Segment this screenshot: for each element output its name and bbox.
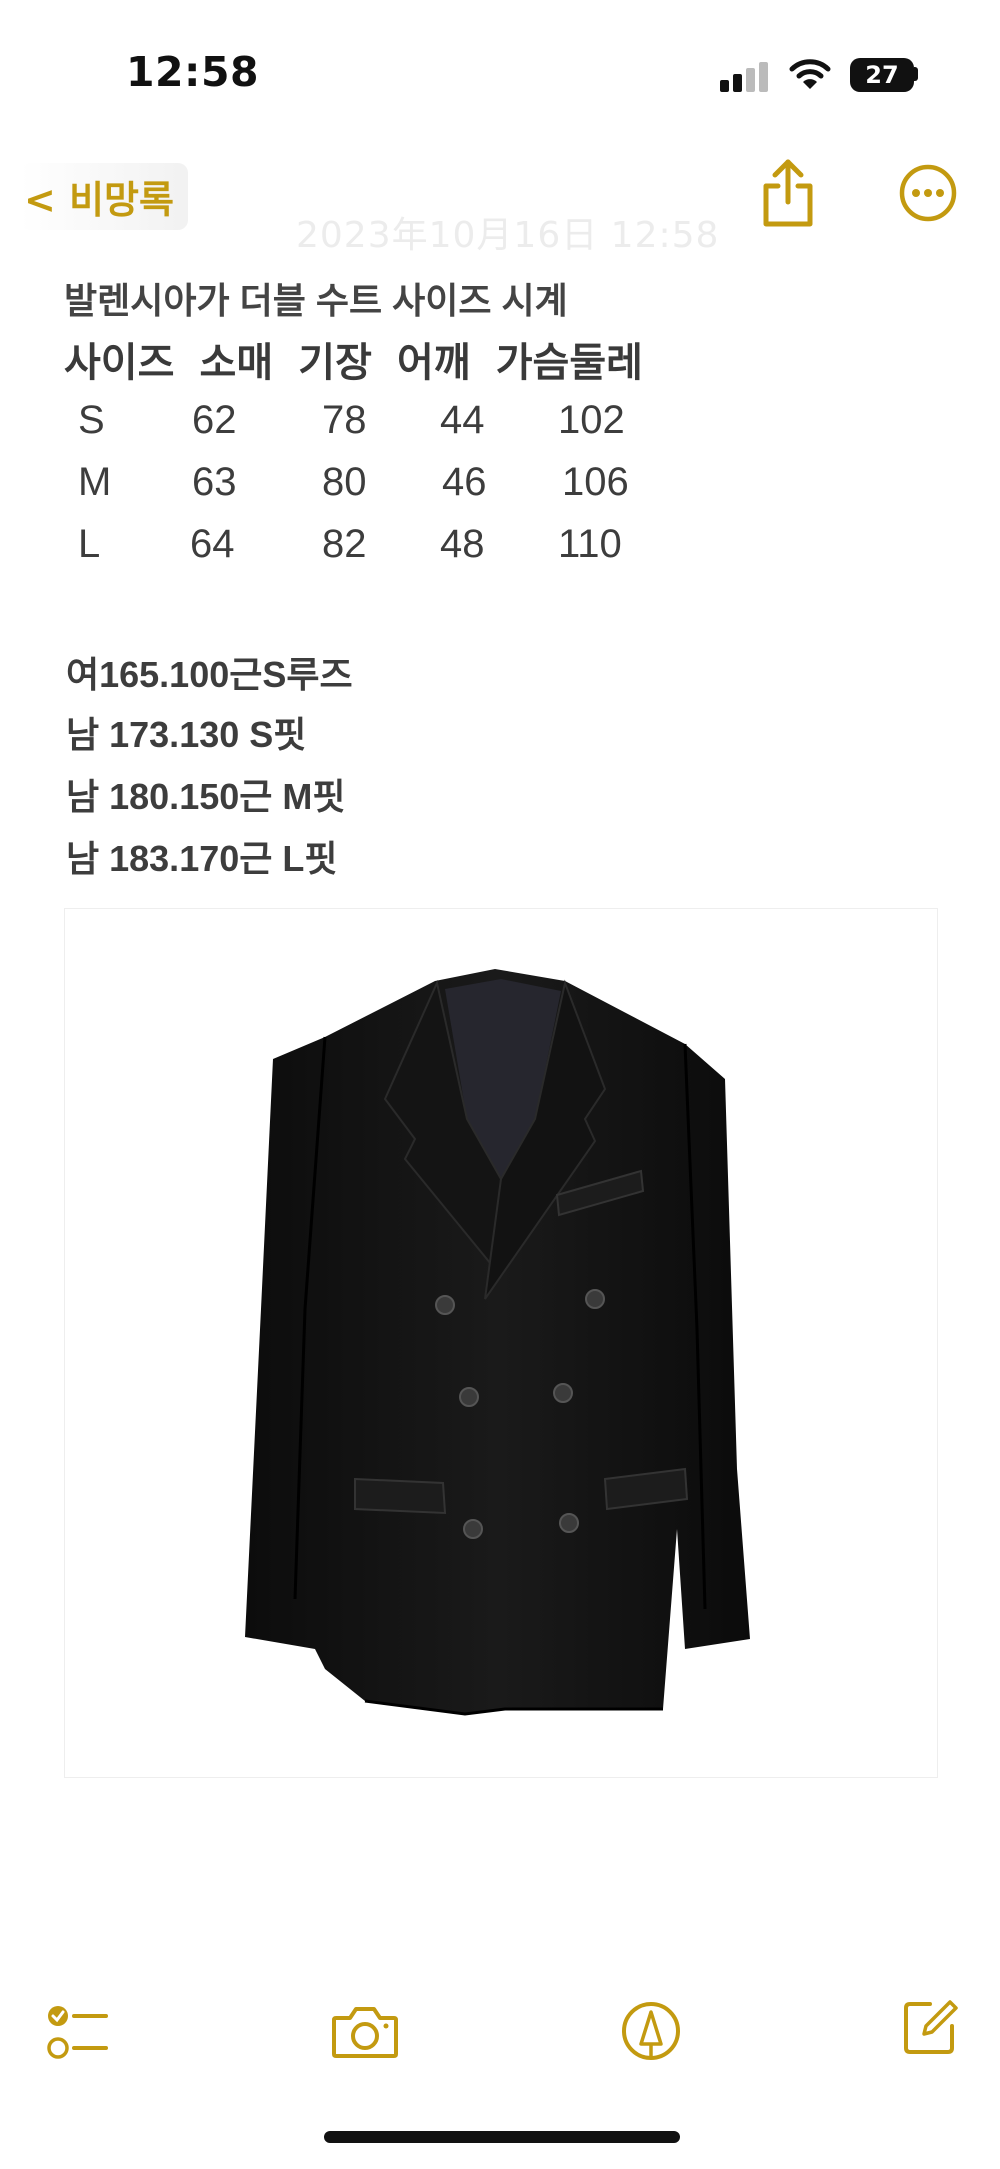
fit-line: 남 173.130 S핏 [66, 714, 307, 755]
header-length: 기장 [298, 341, 372, 385]
row-size: S [78, 398, 105, 442]
jacket-photo[interactable] [64, 908, 938, 1778]
checklist-icon[interactable] [46, 2002, 110, 2064]
header-shoulder: 어깨 [397, 341, 471, 385]
row-length: 82 [322, 522, 367, 566]
back-button[interactable]: < 비망록 [20, 163, 188, 230]
row-length: 78 [322, 398, 367, 442]
cellular-signal-icon [720, 62, 770, 92]
header-size: 사이즈 [64, 341, 175, 385]
jacket-illustration [245, 969, 750, 1716]
row-length: 80 [322, 460, 367, 504]
row-sleeve: 62 [192, 398, 237, 442]
wifi-icon [789, 59, 831, 89]
camera-icon[interactable] [330, 2004, 400, 2060]
battery-tip [914, 67, 918, 81]
row-chest: 106 [562, 460, 629, 504]
table-row: M 63 80 46 106 [0, 460, 1000, 510]
row-size: L [78, 522, 101, 566]
markup-pen-icon[interactable] [620, 2000, 682, 2062]
fit-line: 여165.100근S루즈 [66, 654, 353, 695]
table-row: L 64 82 48 110 [0, 522, 1000, 572]
fit-line: 남 183.170근 L핏 [66, 838, 338, 879]
home-indicator[interactable] [324, 2131, 680, 2143]
row-sleeve: 63 [192, 460, 237, 504]
header-chest: 가슴둘레 [495, 341, 643, 385]
ellipsis-circle-icon[interactable] [898, 163, 958, 223]
row-sleeve: 64 [190, 522, 235, 566]
note-title: 발렌시아가 더블 수트 사이즈 시계 [64, 280, 568, 321]
status-time: 12:58 [126, 48, 260, 96]
compose-icon[interactable] [900, 1996, 960, 2058]
fit-line: 남 180.150근 M핏 [66, 776, 346, 817]
row-size: M [78, 460, 112, 504]
note-date: 2023年10月16日 12:58 [296, 215, 720, 256]
size-table-header: 사이즈 소매 기장 어깨 가슴둘레 [64, 330, 643, 388]
row-shoulder: 44 [440, 398, 485, 442]
row-chest: 110 [558, 522, 622, 566]
share-icon[interactable] [758, 158, 818, 230]
header-sleeve: 소매 [199, 341, 274, 385]
table-row: S 62 78 44 102 [0, 398, 1000, 448]
row-chest: 102 [558, 398, 625, 442]
row-shoulder: 46 [442, 460, 487, 504]
row-shoulder: 48 [440, 522, 485, 566]
battery-indicator: 27 [850, 58, 914, 92]
